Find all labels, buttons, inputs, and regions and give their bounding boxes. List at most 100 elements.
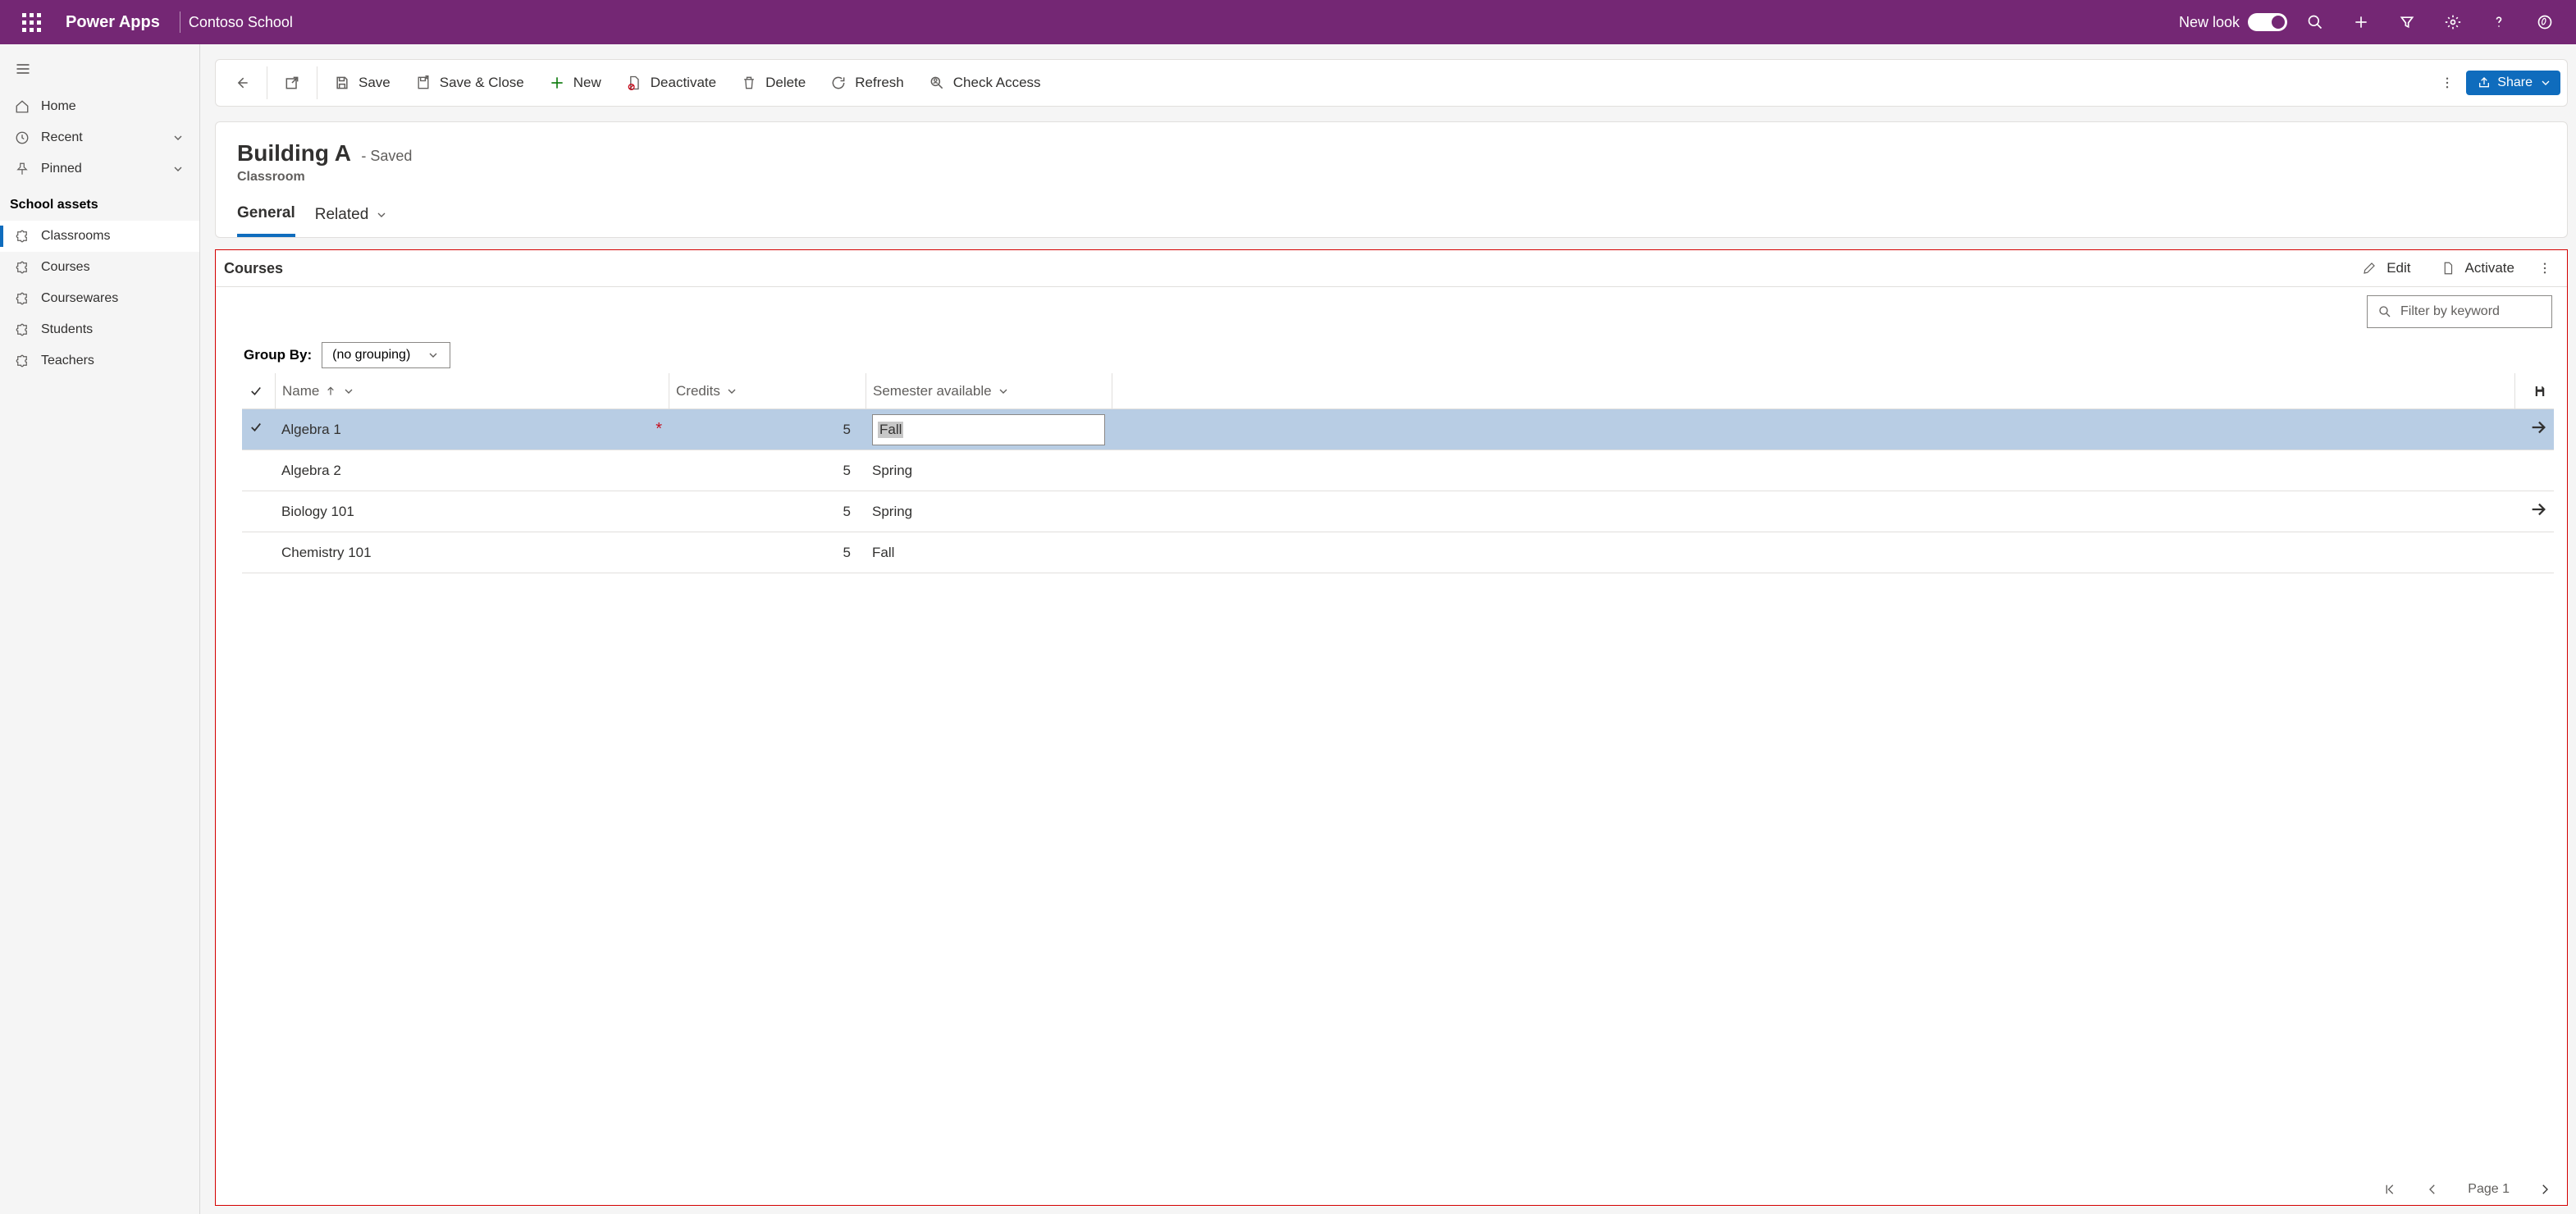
refresh-button[interactable]: Refresh — [819, 68, 916, 98]
page-first-icon[interactable] — [2382, 1182, 2397, 1197]
deactivate-label: Deactivate — [651, 75, 716, 91]
assistant-button[interactable] — [2522, 0, 2568, 44]
filter-button[interactable] — [2384, 0, 2430, 44]
hamburger-icon — [15, 61, 31, 77]
popout-icon — [284, 75, 300, 91]
chevron-down-icon — [2539, 76, 2552, 89]
page-next-icon[interactable] — [2537, 1182, 2552, 1197]
subgrid-edit-button[interactable]: Edit — [2347, 255, 2425, 281]
check-access-icon — [929, 75, 945, 91]
chevron-down-icon — [427, 349, 440, 362]
record-entity-label: Classroom — [237, 170, 2546, 185]
pager: Page 1 — [216, 1174, 2567, 1205]
nav-recent-label: Recent — [41, 130, 83, 145]
column-semester[interactable]: Semester available — [866, 373, 1112, 408]
nav-item-coursewares[interactable]: Coursewares — [0, 283, 199, 314]
cell-name: Algebra 1 — [281, 422, 341, 438]
group-by-dropdown[interactable]: (no grouping) — [322, 342, 450, 368]
nav-item-label: Coursewares — [41, 291, 118, 306]
delete-button[interactable]: Delete — [729, 68, 817, 98]
nav-pinned-label: Pinned — [41, 162, 82, 176]
table-row[interactable]: Chemistry 101 5 Fall — [242, 532, 2554, 573]
deactivate-button[interactable]: Deactivate — [614, 68, 728, 98]
nav-item-courses[interactable]: Courses — [0, 252, 199, 283]
settings-button[interactable] — [2430, 0, 2476, 44]
new-look-toggle[interactable]: New look — [2179, 13, 2287, 31]
row-open-button[interactable] — [2514, 500, 2554, 523]
table-row[interactable]: Algebra 1 * 5 Fall — [242, 409, 2554, 450]
help-button[interactable] — [2476, 0, 2522, 44]
cell-name: Algebra 2 — [275, 463, 669, 479]
new-button[interactable]: New — [537, 68, 613, 98]
main-content: Save Save & Close New Deactivate Delete … — [200, 44, 2576, 1214]
more-commands-button[interactable] — [2430, 69, 2464, 97]
puzzle-icon — [15, 229, 30, 244]
cell-credits: 5 — [669, 504, 866, 520]
column-credits[interactable]: Credits — [669, 373, 866, 408]
filter-placeholder: Filter by keyword — [2400, 304, 2500, 319]
table-row[interactable]: Algebra 2 5 Spring — [242, 450, 2554, 491]
new-label: New — [573, 75, 601, 91]
save-button[interactable]: Save — [322, 68, 402, 98]
row-checkbox[interactable] — [242, 420, 275, 439]
add-button[interactable] — [2338, 0, 2384, 44]
save-icon — [2533, 384, 2547, 399]
column-save[interactable] — [2514, 373, 2554, 408]
table-row[interactable]: Biology 101 5 Spring — [242, 491, 2554, 532]
arrow-right-icon — [2529, 418, 2547, 436]
refresh-icon — [830, 75, 847, 91]
row-open-button[interactable] — [2514, 418, 2554, 440]
cell-credits: 5 — [669, 422, 866, 438]
chevron-down-icon — [342, 385, 355, 398]
cell-name: Chemistry 101 — [275, 545, 669, 561]
gear-icon — [2445, 14, 2461, 30]
trash-icon — [741, 75, 757, 91]
puzzle-icon — [15, 354, 30, 368]
filter-input[interactable]: Filter by keyword — [2367, 295, 2552, 328]
open-new-window-button[interactable] — [272, 68, 312, 98]
nav-collapse-button[interactable] — [0, 52, 199, 91]
nav-item-teachers[interactable]: Teachers — [0, 345, 199, 377]
semester-edit-input[interactable]: Fall — [872, 414, 1105, 445]
subgrid-more-button[interactable] — [2529, 256, 2560, 281]
cell-name: Biology 101 — [275, 504, 669, 520]
record-header: Building A - Saved Classroom General Rel… — [215, 121, 2568, 238]
cell-semester: Spring — [866, 463, 1112, 479]
tab-related[interactable]: Related — [315, 204, 389, 237]
column-name[interactable]: Name — [275, 373, 669, 408]
nav-item-label: Courses — [41, 260, 90, 275]
save-icon — [334, 75, 350, 91]
nav-item-classrooms[interactable]: Classrooms — [0, 221, 199, 252]
nav-home-label: Home — [41, 99, 76, 114]
group-by-row: Group By: (no grouping) — [216, 337, 2567, 373]
brand-label: Power Apps — [54, 13, 171, 32]
more-vertical-icon — [2537, 261, 2552, 276]
nav-recent[interactable]: Recent — [0, 122, 199, 153]
select-all-checkbox[interactable] — [242, 373, 275, 408]
courses-subgrid: Courses Edit Activate Filter by keyword — [215, 249, 2568, 1206]
check-access-button[interactable]: Check Access — [917, 68, 1053, 98]
puzzle-icon — [15, 322, 30, 337]
app-launcher-button[interactable] — [8, 0, 54, 44]
nav-home[interactable]: Home — [0, 91, 199, 122]
subgrid-activate-button[interactable]: Activate — [2426, 255, 2529, 281]
chevron-down-icon — [997, 385, 1010, 398]
page-prev-icon[interactable] — [2425, 1182, 2440, 1197]
back-button[interactable] — [222, 68, 262, 98]
clock-icon — [15, 130, 30, 145]
nav-item-students[interactable]: Students — [0, 314, 199, 345]
save-close-button[interactable]: Save & Close — [404, 68, 536, 98]
app-name-label[interactable]: Contoso School — [189, 14, 293, 31]
tab-general[interactable]: General — [237, 204, 295, 237]
nav-pinned[interactable]: Pinned — [0, 153, 199, 185]
arrow-left-icon — [234, 75, 250, 91]
search-button[interactable] — [2292, 0, 2338, 44]
required-indicator: * — [655, 420, 662, 439]
cell-semester: Spring — [866, 504, 1112, 520]
question-icon — [2491, 14, 2507, 30]
arrow-right-icon — [2529, 500, 2547, 518]
app-header: Power Apps Contoso School New look — [0, 0, 2576, 44]
share-button[interactable]: Share — [2466, 71, 2560, 95]
home-icon — [15, 99, 30, 114]
subgrid-title: Courses — [224, 260, 283, 277]
